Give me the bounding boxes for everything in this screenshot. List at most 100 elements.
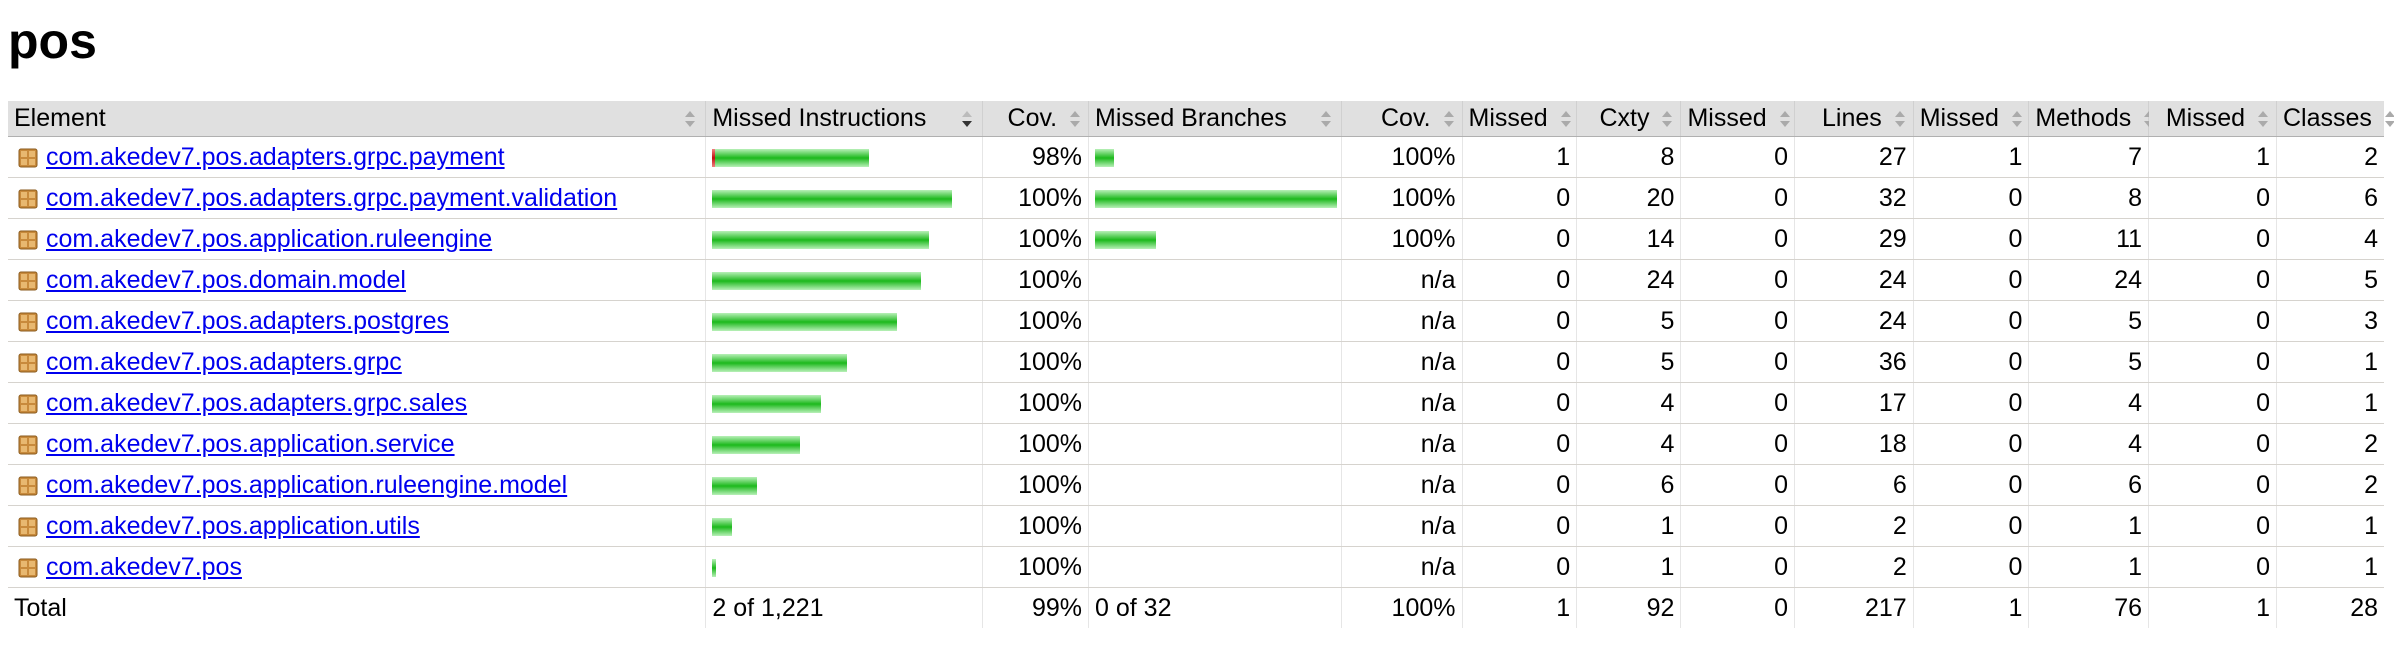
package-link[interactable]: com.akedev7.pos: [46, 553, 242, 581]
header-missed-lines[interactable]: Missed: [1680, 101, 1795, 137]
missed-classes: 0: [2148, 423, 2277, 465]
classes: 1: [2275, 546, 2384, 588]
missed-lines: 0: [1680, 177, 1795, 219]
branches-coverage: n/a: [1340, 259, 1462, 301]
instructions-bar-cell: [705, 423, 983, 465]
package-link[interactable]: com.akedev7.pos.adapters.postgres: [46, 307, 449, 335]
lines: 36: [1794, 341, 1914, 383]
header-missed-classes[interactable]: Missed: [2148, 101, 2277, 137]
instructions-bar-cell: [705, 546, 983, 588]
lines: 18: [1794, 423, 1914, 465]
sort-icon: [2383, 108, 2394, 130]
package-icon: [18, 392, 38, 413]
branches-coverage-bar-covered-segment: [1095, 230, 1157, 249]
package-icon: [18, 228, 38, 249]
complexity: 24: [1576, 259, 1681, 301]
total-label: Total: [14, 593, 67, 622]
lines: 17: [1794, 382, 1914, 424]
missed-complexity: 0: [1461, 423, 1577, 465]
branches-bar-cell: [1088, 382, 1342, 424]
package-link[interactable]: com.akedev7.pos.application.service: [46, 430, 455, 458]
complexity: 14: [1576, 218, 1681, 260]
header-classes[interactable]: Classes: [2275, 101, 2394, 137]
element-cell: com.akedev7.pos.adapters.grpc.payment.va…: [8, 177, 706, 219]
package-link[interactable]: com.akedev7.pos.adapters.grpc.sales: [46, 389, 467, 417]
header-branches-coverage[interactable]: Cov.: [1340, 101, 1462, 137]
missed-lines: 0: [1680, 505, 1795, 547]
instructions-coverage-bar-covered-segment: [712, 435, 801, 454]
package-icon: [18, 474, 38, 495]
package-link[interactable]: com.akedev7.pos.application.ruleengine: [46, 225, 492, 253]
table-footer: Total 2 of 1,221 99% 0 of 32 100% 1 92 0…: [8, 587, 2384, 628]
header-element-label: Element: [14, 104, 106, 132]
classes: 1: [2275, 505, 2384, 547]
branches-coverage: 100%: [1340, 218, 1462, 260]
instructions-bar-cell: [705, 136, 983, 178]
instructions-coverage-bar: [712, 394, 822, 413]
methods: 1: [2028, 546, 2149, 588]
package-link[interactable]: com.akedev7.pos.application.ruleengine.m…: [46, 471, 567, 499]
missed-methods: 0: [1912, 300, 2029, 342]
sort-icon: [2256, 108, 2270, 130]
branches-bar-cell: [1088, 341, 1342, 383]
total-branches-coverage: 100%: [1340, 587, 1462, 628]
package-icon: [18, 556, 38, 577]
branches-coverage-bar-covered-segment: [1095, 189, 1338, 208]
header-missed-complexity[interactable]: Missed: [1461, 101, 1577, 137]
total-row: Total 2 of 1,221 99% 0 of 32 100% 1 92 0…: [8, 587, 2384, 628]
header-methods[interactable]: Methods: [2028, 101, 2155, 137]
branches-bar-cell: [1088, 177, 1342, 219]
package-icon: [18, 269, 38, 290]
instructions-coverage-bar-covered-segment: [715, 148, 870, 167]
header-missed-instructions[interactable]: Missed Instructions: [705, 101, 983, 137]
package-link[interactable]: com.akedev7.pos.adapters.grpc.payment: [46, 143, 505, 171]
instructions-coverage-bar: [712, 148, 870, 167]
instructions-coverage-bar: [712, 476, 758, 495]
package-link[interactable]: com.akedev7.pos.domain.model: [46, 266, 406, 294]
header-instructions-coverage[interactable]: Cov.: [981, 101, 1089, 137]
complexity: 8: [1576, 136, 1681, 178]
package-link[interactable]: com.akedev7.pos.adapters.grpc.payment.va…: [46, 184, 617, 212]
instructions-bar-cell: [705, 382, 983, 424]
lines: 24: [1794, 300, 1914, 342]
instructions-coverage: 100%: [981, 218, 1089, 260]
sort-icon: [1559, 108, 1573, 130]
branches-bar-cell: [1088, 136, 1342, 178]
header-complexity-label: Cxty: [1599, 104, 1650, 132]
element-cell: com.akedev7.pos.application.ruleengine.m…: [8, 464, 706, 506]
missed-complexity: 0: [1461, 505, 1577, 547]
total-instructions-coverage: 99%: [981, 587, 1089, 628]
header-lines[interactable]: Lines: [1794, 101, 1914, 137]
missed-methods: 0: [1912, 546, 2029, 588]
header-missed-branches[interactable]: Missed Branches: [1088, 101, 1342, 137]
package-link[interactable]: com.akedev7.pos.adapters.grpc: [46, 348, 402, 376]
instructions-coverage-bar-covered-segment: [712, 189, 953, 208]
branches-coverage: n/a: [1340, 546, 1462, 588]
missed-methods: 0: [1912, 177, 2029, 219]
classes: 3: [2275, 300, 2384, 342]
header-complexity[interactable]: Cxty: [1576, 101, 1681, 137]
instructions-coverage: 100%: [981, 464, 1089, 506]
package-link[interactable]: com.akedev7.pos.application.utils: [46, 512, 420, 540]
branches-coverage: 100%: [1340, 136, 1462, 178]
branches-bar-cell: [1088, 259, 1342, 301]
sort-icon: [1778, 108, 1792, 130]
branches-coverage: n/a: [1340, 341, 1462, 383]
missed-complexity: 0: [1461, 259, 1577, 301]
instructions-coverage-bar-covered-segment: [712, 353, 848, 372]
header-missed-methods[interactable]: Missed: [1912, 101, 2029, 137]
table-row: com.akedev7.pos.application.ruleengine 10…: [8, 218, 2384, 260]
classes: 2: [2275, 464, 2384, 506]
missed-classes: 0: [2148, 341, 2277, 383]
table-row: com.akedev7.pos.adapters.grpc.payment.va…: [8, 177, 2384, 219]
element-cell: com.akedev7.pos.domain.model: [8, 259, 706, 301]
header-element[interactable]: Element: [8, 101, 706, 137]
classes: 2: [2275, 423, 2384, 465]
branches-coverage: n/a: [1340, 505, 1462, 547]
instructions-bar-cell: [705, 218, 983, 260]
missed-lines: 0: [1680, 464, 1795, 506]
missed-complexity: 0: [1461, 177, 1577, 219]
branches-coverage: n/a: [1340, 464, 1462, 506]
missed-classes: 1: [2148, 136, 2277, 178]
instructions-coverage: 100%: [981, 505, 1089, 547]
